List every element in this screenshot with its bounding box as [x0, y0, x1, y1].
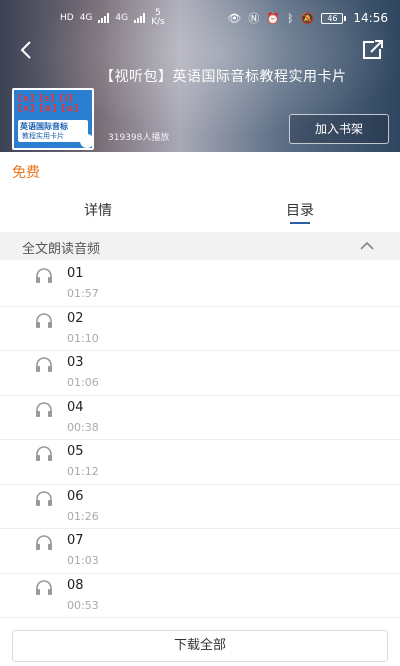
tab-bar: 详情 目录	[0, 192, 400, 228]
track-number: 06	[67, 488, 84, 504]
track-item[interactable]: 03 01:06	[0, 351, 400, 396]
hd-indicator: HD	[60, 13, 74, 23]
track-duration: 01:06	[67, 376, 99, 389]
section-header[interactable]: 全文朗读音频	[0, 232, 400, 260]
track-number: 04	[67, 399, 84, 415]
headphones-icon	[36, 490, 52, 506]
book-cover[interactable]: [ʌ] [ɜ] [i] [ʌ] [ʊ] [u] 英语国际音标 教程实用卡片	[12, 88, 94, 150]
track-number: 02	[67, 310, 84, 326]
track-number: 03	[67, 355, 84, 370]
share-button[interactable]	[360, 38, 386, 62]
tab-detail[interactable]: 详情	[84, 200, 112, 220]
track-duration: 01:10	[67, 331, 99, 345]
track-item[interactable]: 06 01:26	[0, 485, 400, 529]
chevron-left-icon	[20, 41, 31, 59]
signal-2-label: 4G	[115, 13, 129, 23]
mute-icon: 🔕	[300, 11, 315, 25]
track-duration: 01:03	[67, 554, 99, 567]
add-to-shelf-button[interactable]: 加入书架	[289, 114, 389, 144]
status-right: 👁 Ⓝ ⏰ ᛒ 🔕 46 14:56	[227, 10, 388, 26]
signal-strength-icon	[98, 13, 110, 23]
alarm-icon: ⏰	[266, 11, 281, 25]
headphones-icon	[36, 357, 52, 372]
track-number: 05	[67, 444, 84, 459]
status-bar: HD 4G 4G 5 K/s 👁 Ⓝ ⏰ ᛒ 🔕 46 14:56	[0, 0, 400, 36]
eye-icon	[80, 134, 92, 148]
nfc-icon: Ⓝ	[248, 12, 260, 25]
track-duration: 01:57	[67, 287, 99, 300]
back-button[interactable]	[12, 38, 40, 62]
track-duration: 01:26	[67, 509, 99, 523]
signal-1-label: 4G	[79, 13, 93, 23]
section-title: 全文朗读音频	[22, 242, 101, 257]
status-left: HD 4G 4G 5 K/s	[60, 9, 165, 27]
active-tab-indicator	[290, 222, 310, 224]
track-number: 01	[67, 266, 84, 281]
tab-catalog[interactable]: 目录	[286, 200, 314, 220]
price-label: 免费	[12, 165, 40, 181]
track-duration: 00:38	[67, 420, 99, 434]
download-all-button[interactable]: 下载全部	[12, 630, 388, 662]
track-item[interactable]: 02 01:10	[0, 307, 400, 351]
track-item[interactable]: 04 00:38	[0, 396, 400, 440]
track-item[interactable]: 07 01:03	[0, 529, 400, 574]
headphones-icon	[36, 268, 52, 283]
track-list: 01 01:57 02 01:10 03 01:06 04 00:38 05 0…	[0, 262, 400, 618]
play-count: 319398人播放	[108, 133, 170, 143]
headphones-icon	[36, 312, 52, 328]
track-duration: 00:53	[67, 598, 99, 612]
signal-strength-icon	[134, 13, 146, 23]
track-item[interactable]: 08 00:53	[0, 574, 400, 618]
track-duration: 01:12	[67, 465, 99, 478]
headphones-icon	[36, 579, 52, 595]
track-number: 08	[67, 577, 84, 593]
track-item[interactable]: 01 01:57	[0, 262, 400, 307]
eye-icon: 👁	[227, 11, 242, 25]
battery-icon: 46	[321, 12, 347, 24]
book-title: 【视听包】英语国际音标教程实用卡片	[100, 69, 347, 85]
bluetooth-icon: ᛒ	[287, 11, 294, 25]
chevron-up-icon[interactable]	[359, 240, 375, 252]
clock: 14:56	[353, 11, 388, 25]
headphones-icon	[36, 401, 52, 417]
track-number: 07	[67, 533, 84, 548]
network-speed: 5 K/s	[151, 8, 165, 27]
share-icon	[363, 40, 383, 59]
track-item[interactable]: 05 01:12	[0, 440, 400, 485]
headphones-icon	[36, 535, 52, 550]
headphones-icon	[36, 446, 52, 461]
